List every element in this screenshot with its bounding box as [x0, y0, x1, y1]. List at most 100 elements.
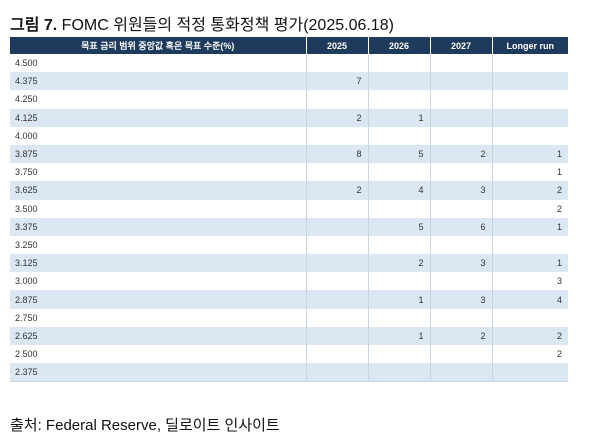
count-longer-run-cell	[491, 108, 568, 127]
count-longer-run-cell	[491, 90, 568, 109]
figure-title-text: FOMC 위원들의 적정 통화정책 평가(2025.06.18)	[57, 17, 394, 34]
count-2027-cell: 3	[429, 290, 492, 309]
dot-plot-table: 목표 금리 범위 중앙값 혹은 목표 수준(%) 2025 2026 2027 Long…	[10, 37, 568, 383]
figure-label: 그림 7.	[10, 17, 58, 34]
count-2027-cell	[429, 90, 492, 109]
table-row: 2.375	[10, 363, 568, 383]
rate-cell: 3.000	[10, 272, 306, 291]
table-row: 3.500 2	[10, 199, 568, 218]
rate-cell: 2.625	[10, 326, 306, 345]
count-2025-cell	[305, 272, 368, 291]
count-2027-cell	[429, 72, 492, 91]
count-2026-cell: 1	[367, 326, 430, 345]
rate-cell: 2.875	[10, 290, 306, 309]
header-longer-run: Longer run	[491, 37, 568, 54]
table-row: 4.500	[10, 54, 568, 73]
count-2026-cell: 2	[367, 254, 430, 273]
table-row: 2.500 2	[10, 345, 568, 364]
rate-cell: 3.375	[10, 217, 306, 236]
table-row: 4.125 2 1	[10, 108, 568, 127]
count-2025-cell: 8	[305, 144, 368, 164]
table-row: 3.125 2 3 1	[10, 254, 568, 273]
rate-cell: 2.750	[10, 308, 306, 327]
count-2027-cell	[429, 126, 492, 145]
table-row: 3.375 5 6 1	[10, 217, 568, 236]
count-2026-cell	[367, 54, 430, 73]
count-2026-cell	[367, 163, 430, 182]
table-row: 3.875 8 5 2 1	[10, 144, 568, 164]
count-longer-run-cell: 4	[491, 290, 568, 309]
count-2026-cell	[367, 235, 430, 255]
count-2025-cell	[305, 163, 368, 182]
count-longer-run-cell: 3	[491, 272, 568, 291]
count-2026-cell	[367, 272, 430, 291]
count-2026-cell: 5	[367, 144, 430, 164]
count-longer-run-cell: 2	[491, 199, 568, 218]
count-2025-cell: 2	[305, 108, 368, 127]
table-row: 2.625 1 2 2	[10, 326, 568, 345]
count-2026-cell	[367, 363, 430, 383]
count-2026-cell	[367, 72, 430, 91]
rate-cell: 4.500	[10, 54, 306, 73]
header-2026: 2026	[367, 37, 430, 54]
count-longer-run-cell	[491, 54, 568, 73]
rate-cell: 3.125	[10, 254, 306, 273]
count-longer-run-cell: 1	[491, 163, 568, 182]
count-2026-cell: 1	[367, 108, 430, 127]
count-2027-cell	[429, 199, 492, 218]
count-2026-cell	[367, 90, 430, 109]
rate-cell: 4.125	[10, 108, 306, 127]
table-row: 3.250	[10, 235, 568, 255]
count-2025-cell: 7	[305, 72, 368, 91]
count-2025-cell	[305, 235, 368, 255]
table-row: 4.250	[10, 90, 568, 109]
rate-cell: 4.000	[10, 126, 306, 145]
header-2027: 2027	[429, 37, 492, 54]
rate-cell: 3.500	[10, 199, 306, 218]
count-2027-cell: 2	[429, 326, 492, 345]
rate-cell: 3.625	[10, 181, 306, 200]
count-2025-cell	[305, 326, 368, 345]
table-row: 3.000 3	[10, 272, 568, 291]
rate-cell: 4.250	[10, 90, 306, 109]
source-note: 출처: Federal Reserve, 딜로이트 인사이트	[10, 417, 280, 434]
count-2025-cell	[305, 126, 368, 145]
rate-cell: 3.875	[10, 144, 306, 164]
count-2027-cell: 3	[429, 181, 492, 200]
count-2025-cell: 2	[305, 181, 368, 200]
rate-cell: 3.250	[10, 235, 306, 255]
count-2027-cell: 3	[429, 254, 492, 273]
table-row: 2.875 1 3 4	[10, 290, 568, 309]
count-2025-cell	[305, 90, 368, 109]
rate-cell: 2.375	[10, 363, 306, 383]
count-2025-cell	[305, 254, 368, 273]
count-2026-cell: 4	[367, 181, 430, 200]
count-2027-cell	[429, 272, 492, 291]
count-2027-cell	[429, 108, 492, 127]
count-2025-cell	[305, 308, 368, 327]
count-2026-cell: 1	[367, 290, 430, 309]
count-2026-cell: 5	[367, 217, 430, 236]
table-header: 목표 금리 범위 중앙값 혹은 목표 수준(%) 2025 2026 2027 Long…	[10, 37, 568, 54]
count-2027-cell	[429, 163, 492, 182]
count-longer-run-cell	[491, 126, 568, 145]
count-longer-run-cell: 2	[491, 345, 568, 364]
table-row: 3.750 1	[10, 163, 568, 182]
header-2025: 2025	[305, 37, 368, 54]
count-2027-cell	[429, 363, 492, 383]
count-longer-run-cell: 1	[491, 217, 568, 236]
count-longer-run-cell	[491, 72, 568, 91]
count-2025-cell	[305, 217, 368, 236]
table-row: 4.375 7	[10, 72, 568, 91]
count-2026-cell	[367, 126, 430, 145]
table-row: 4.000	[10, 126, 568, 145]
count-2025-cell	[305, 54, 368, 73]
table-row: 3.625 2 4 3 2	[10, 181, 568, 200]
table-header-row: 목표 금리 범위 중앙값 혹은 목표 수준(%) 2025 2026 2027 Long…	[10, 37, 568, 54]
count-2026-cell	[367, 199, 430, 218]
count-2027-cell: 6	[429, 217, 492, 236]
count-2026-cell	[367, 308, 430, 327]
count-2025-cell	[305, 363, 368, 383]
count-2027-cell: 2	[429, 144, 492, 164]
count-2027-cell	[429, 308, 492, 327]
